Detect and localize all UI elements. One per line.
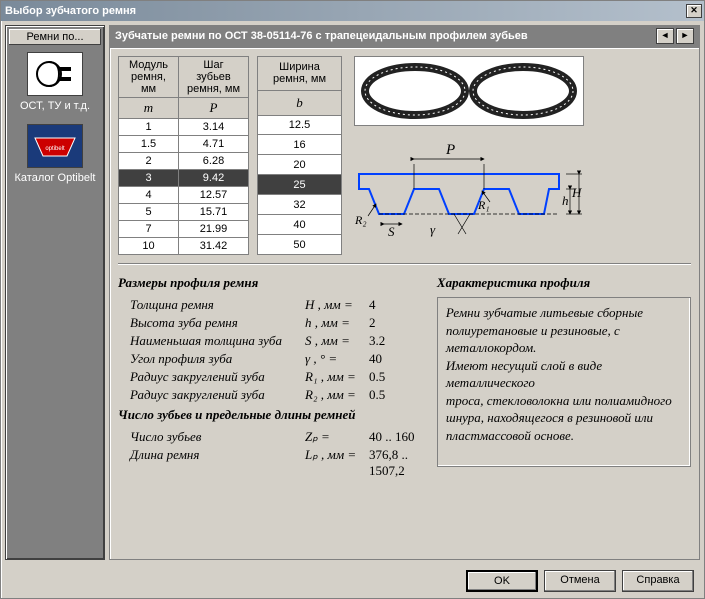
profile-characteristics: Характеристика профиля Ремни зубчатые ли… [437, 271, 691, 481]
param-row: Радиус закруглений зубаR₂ , мм =0.5 [130, 387, 423, 403]
module-pitch-table[interactable]: Модуль ремня, ммШаг зубьев ремня, мм mP … [118, 56, 249, 255]
window-title: Выбор зубчатого ремня [5, 5, 686, 17]
col-width: Ширина ремня, мм [258, 57, 342, 91]
table-row[interactable]: 515.71 [119, 204, 249, 221]
svg-text:optibelt: optibelt [45, 146, 65, 152]
table-row[interactable]: 25 [258, 175, 342, 195]
sidebar-item-label: ОСТ, ТУ и т.д. [8, 100, 102, 112]
optibelt-icon: optibelt [27, 124, 83, 168]
char-text: Ремни зубчатые литьевые сборные полиурет… [437, 297, 691, 467]
width-table[interactable]: Ширина ремня, мм b 12.5162025324050 [257, 56, 342, 255]
svg-text:R₂: R₂ [354, 213, 367, 227]
param-row: Толщина ремняH , мм =4 [130, 297, 423, 313]
table-row[interactable]: 16 [258, 135, 342, 155]
sidebar: Ремни по... ОСТ, ТУ и т.д. optibelt Ката… [5, 25, 105, 560]
standard-icon [27, 52, 83, 96]
close-icon[interactable]: ✕ [686, 4, 702, 18]
table-row[interactable]: 50 [258, 235, 342, 255]
params-title-2: Число зубьев и предельные длины ремней [118, 407, 423, 423]
profile-diagram: P h H S γ [354, 134, 584, 254]
ok-button[interactable]: OK [466, 570, 538, 592]
sidebar-item-optibelt[interactable]: optibelt Каталог Optibelt [8, 124, 102, 184]
param-row: Радиус закруглений зубаR₁ , мм =0.5 [130, 369, 423, 385]
profile-params: Размеры профиля ремня Толщина ремняH , м… [118, 271, 423, 481]
param-row: Угол профиля зубаγ , ° =40 [130, 351, 423, 367]
table-row[interactable]: 1.54.71 [119, 136, 249, 153]
param-row: Длина ремняLₚ , мм =376,8 .. 1507,2 [130, 447, 423, 479]
svg-text:γ: γ [430, 222, 436, 237]
content-header: Зубчатые ремни по ОСТ 38-05114-76 с трап… [109, 25, 700, 47]
param-row: Число зубьевZₚ =40 .. 160 [130, 429, 423, 445]
svg-text:S: S [388, 224, 395, 239]
button-bar: OK Отмена Справка [1, 564, 704, 598]
table-row[interactable]: 20 [258, 155, 342, 175]
table-row[interactable]: 1031.42 [119, 238, 249, 255]
prev-icon[interactable]: ◄ [656, 28, 674, 44]
table-row[interactable]: 721.99 [119, 221, 249, 238]
titlebar: Выбор зубчатого ремня ✕ [1, 1, 704, 21]
svg-text:H: H [571, 185, 582, 200]
next-icon[interactable]: ► [676, 28, 694, 44]
sidebar-item-label: Каталог Optibelt [8, 172, 102, 184]
svg-text:P: P [445, 142, 455, 158]
char-title: Характеристика профиля [437, 275, 691, 291]
table-row[interactable]: 13.14 [119, 119, 249, 136]
table-row[interactable]: 26.28 [119, 153, 249, 170]
sidebar-item-ost[interactable]: ОСТ, ТУ и т.д. [8, 52, 102, 112]
content-area: Модуль ремня, ммШаг зубьев ремня, мм mP … [109, 47, 700, 560]
col-pitch: Шаг зубьев ремня, мм [179, 57, 249, 98]
table-row[interactable]: 32 [258, 195, 342, 215]
table-row[interactable]: 40 [258, 215, 342, 235]
table-row[interactable]: 12.5 [258, 115, 342, 135]
param-row: Высота зуба ремняh , мм =2 [130, 315, 423, 331]
sidebar-header[interactable]: Ремни по... [8, 28, 102, 46]
table-row[interactable]: 39.42 [119, 170, 249, 187]
header-title: Зубчатые ремни по ОСТ 38-05114-76 с трап… [115, 30, 654, 42]
params-title: Размеры профиля ремня [118, 275, 423, 291]
separator [118, 263, 691, 265]
svg-text:h: h [562, 193, 569, 208]
belt-photo [354, 56, 584, 126]
param-row: Наименьшая толщина зубаS , мм =3.2 [130, 333, 423, 349]
svg-text:R₁: R₁ [477, 198, 490, 212]
cancel-button[interactable]: Отмена [544, 570, 616, 592]
table-row[interactable]: 412.57 [119, 187, 249, 204]
help-button[interactable]: Справка [622, 570, 694, 592]
dialog-window: Выбор зубчатого ремня ✕ Ремни по... ОСТ,… [0, 0, 705, 599]
col-module: Модуль ремня, мм [119, 57, 179, 98]
